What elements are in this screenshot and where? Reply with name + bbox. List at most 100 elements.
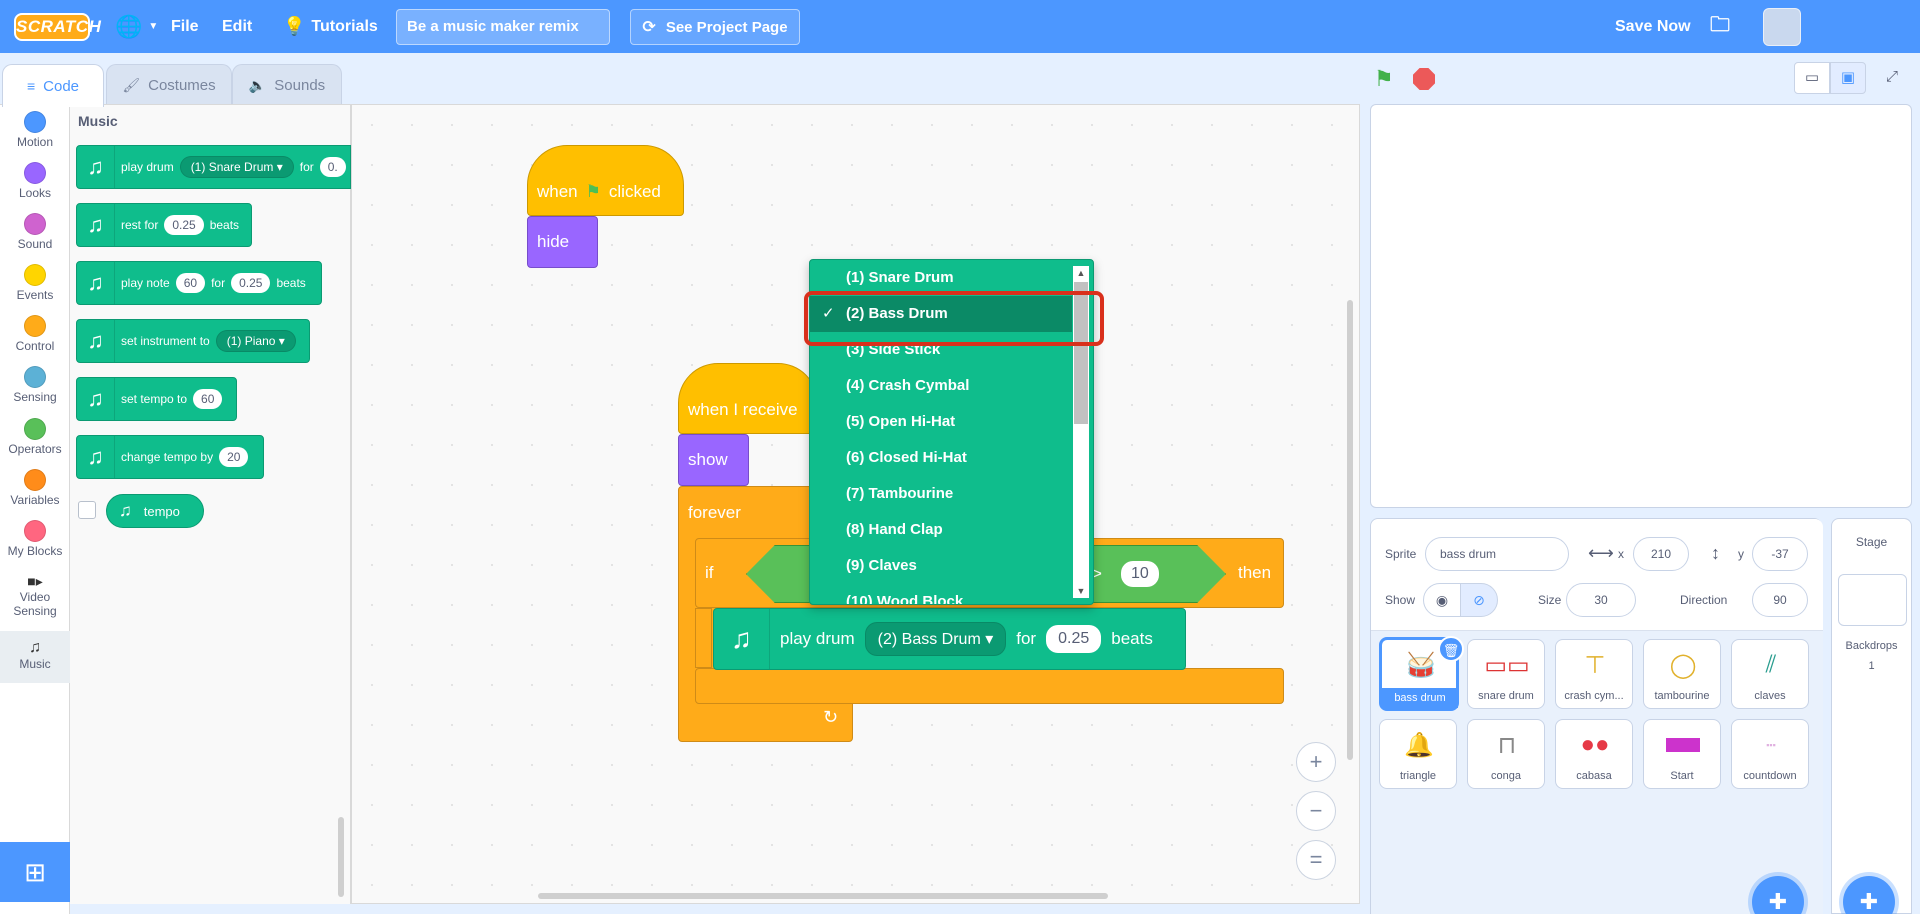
show-visible-button[interactable]: ◉ <box>1423 583 1461 617</box>
y-input[interactable]: -37 <box>1752 537 1808 571</box>
dropdown-option[interactable]: (4) Crash Cymbal <box>810 368 1072 404</box>
sprite-tile[interactable]: ⫽ claves <box>1731 639 1809 709</box>
script-vertical-scrollbar[interactable] <box>1347 300 1353 760</box>
size-input[interactable]: 30 <box>1566 583 1636 617</box>
script-horizontal-scrollbar[interactable] <box>538 893 1108 899</box>
dropdown-option[interactable]: (9) Claves <box>810 548 1072 584</box>
category-events[interactable]: Events <box>0 264 70 302</box>
green-flag-button[interactable]: ⚑ <box>1374 66 1394 92</box>
stage-canvas[interactable] <box>1370 104 1912 508</box>
palette-scrollbar[interactable] <box>338 817 344 897</box>
when-flag-clicked-block[interactable]: when ⚑ clicked <box>527 145 684 216</box>
tempo-monitor-checkbox[interactable] <box>78 501 96 519</box>
sprite-tile[interactable]: ●● cabasa <box>1555 719 1633 789</box>
category-sensing[interactable]: Sensing <box>0 366 70 404</box>
instrument-dropdown[interactable]: (1) Piano ▾ <box>215 330 296 352</box>
show-block[interactable]: show <box>678 434 749 486</box>
sprite-tile-name: Start <box>1670 770 1694 782</box>
loop-arrow-icon: ↻ <box>823 707 839 727</box>
scratch-logo[interactable]: SCRATCH <box>14 13 101 41</box>
avatar[interactable] <box>1763 8 1801 46</box>
project-title-input[interactable]: Be a music maker remix <box>396 9 610 45</box>
sprite-tile[interactable]: ▭▭ snare drum <box>1467 639 1545 709</box>
zoom-out-button[interactable]: − <box>1296 791 1336 831</box>
rest-block[interactable]: ♫ rest for 0.25 beats <box>76 203 252 247</box>
beats-input[interactable]: 0.25 <box>1046 625 1102 653</box>
sprite-tile[interactable]: Start <box>1643 719 1721 789</box>
scroll-up-icon[interactable]: ▲ <box>1073 266 1089 280</box>
category-video-sensing[interactable]: ■▸ Video Sensing <box>0 573 70 618</box>
zoom-reset-button[interactable]: = <box>1296 840 1336 880</box>
sprite-tile[interactable]: ⊤ crash cym... <box>1555 639 1633 709</box>
delete-sprite-button[interactable]: 🗑 <box>1438 636 1464 662</box>
my-stuff-folder-icon[interactable]: 🗀 <box>1710 0 1730 53</box>
set-tempo-block[interactable]: ♫ set tempo to 60 <box>76 377 237 421</box>
zoom-in-button[interactable]: + <box>1296 742 1336 782</box>
play-note-block[interactable]: ♫ play note 60 for 0.25 beats <box>76 261 322 305</box>
when-i-receive-block[interactable]: when I receive <box>678 363 818 434</box>
block-text: when I receive <box>688 399 798 419</box>
language-menu[interactable]: 🌐 ▼ <box>115 0 158 53</box>
sprite-tile[interactable]: 🔔 triangle <box>1379 719 1457 789</box>
dropdown-option[interactable]: (10) Wood Block <box>810 584 1072 604</box>
backdrops-label: Backdrops <box>1845 640 1898 652</box>
drum-dropdown[interactable]: (1) Snare Drum ▾ <box>179 156 294 178</box>
dropdown-option[interactable]: (7) Tambourine <box>810 476 1072 512</box>
sprite-tile[interactable]: ▪▪▪ countdown <box>1731 719 1809 789</box>
note-input[interactable]: 60 <box>175 273 206 293</box>
zoom-reset-icon: = <box>1309 847 1323 872</box>
play-drum-script-block[interactable]: ♫ play drum (2) Bass Drum ▾ for 0.25 bea… <box>713 608 1186 670</box>
play-drum-block[interactable]: ♫ play drum (1) Snare Drum ▾ for 0. <box>76 145 351 189</box>
compare-value-input[interactable]: 10 <box>1121 561 1159 587</box>
tab-sounds[interactable]: 🔈 Sounds <box>232 64 342 106</box>
category-sound[interactable]: Sound <box>0 213 70 251</box>
menu-bar: SCRATCH 🌐 ▼ File Edit 💡 Tutorials Be a m… <box>0 0 1920 53</box>
change-tempo-block[interactable]: ♫ change tempo by 20 <box>76 435 264 479</box>
change-tempo-input[interactable]: 20 <box>219 447 249 467</box>
backdrop-thumbnail[interactable] <box>1838 574 1907 626</box>
add-extension-button[interactable]: ⊞ <box>0 842 70 902</box>
note-beats-input[interactable]: 0.25 <box>231 273 271 293</box>
beats-input[interactable]: 0. <box>319 157 346 177</box>
x-input[interactable]: 210 <box>1633 537 1689 571</box>
file-menu[interactable]: File <box>171 0 199 53</box>
dropdown-option[interactable]: (6) Closed Hi-Hat <box>810 440 1072 476</box>
tab-costumes[interactable]: 🖌 Costumes <box>106 64 232 106</box>
tab-code[interactable]: ≡ Code <box>2 64 104 107</box>
see-project-page-button[interactable]: ⟳ See Project Page <box>630 9 800 45</box>
normal-stage-button[interactable]: ▣ <box>1830 62 1866 94</box>
category-looks[interactable]: Looks <box>0 162 70 200</box>
show-hidden-button[interactable]: ⊘ <box>1460 583 1498 617</box>
sprite-tile[interactable]: ⊓ conga <box>1467 719 1545 789</box>
sprite-name-input[interactable]: bass drum <box>1425 537 1569 571</box>
stop-button[interactable] <box>1413 68 1435 90</box>
category-motion[interactable]: Motion <box>0 111 70 149</box>
sprite-tile[interactable]: ◯ tambourine <box>1643 639 1721 709</box>
category-control[interactable]: Control <box>0 315 70 353</box>
dropdown-option[interactable]: (8) Hand Clap <box>810 512 1072 548</box>
category-variables[interactable]: Variables <box>0 469 70 507</box>
dropdown-option[interactable]: (5) Open Hi-Hat <box>810 404 1072 440</box>
edit-menu[interactable]: Edit <box>222 0 252 53</box>
globe-icon: 🌐 <box>115 13 143 39</box>
tempo-input[interactable]: 60 <box>193 389 223 409</box>
operators-dot-icon <box>24 418 46 440</box>
set-instrument-block[interactable]: ♫ set instrument to (1) Piano ▾ <box>76 319 310 363</box>
stage-selector[interactable]: Stage Backdrops 1 <box>1831 518 1912 914</box>
category-label: Video Sensing <box>13 590 57 618</box>
tempo-reporter-block[interactable]: ♫ tempo <box>106 494 204 528</box>
drum-dropdown-active[interactable]: (2) Bass Drum ▾ <box>864 622 1007 656</box>
save-now-button[interactable]: Save Now <box>1615 0 1691 53</box>
category-operators[interactable]: Operators <box>0 418 70 456</box>
hide-block[interactable]: hide <box>527 216 598 268</box>
sprite-list: 🥁 bass drum ▭▭ snare drum ⊤ crash cym...… <box>1371 631 1823 914</box>
small-stage-button[interactable]: ▭ <box>1794 62 1830 94</box>
direction-input[interactable]: 90 <box>1752 583 1808 617</box>
tutorials-menu[interactable]: 💡 Tutorials <box>283 0 378 53</box>
category-music[interactable]: ♫ Music <box>0 631 70 683</box>
scroll-down-icon[interactable]: ▼ <box>1073 584 1089 598</box>
fullscreen-button[interactable]: ⤢ <box>1874 62 1910 94</box>
category-my-blocks[interactable]: My Blocks <box>0 520 70 558</box>
rest-beats-input[interactable]: 0.25 <box>164 215 204 235</box>
sprite-info: Sprite bass drum ⟷ x 210 ↕ y -37 Show ◉ … <box>1371 519 1823 631</box>
